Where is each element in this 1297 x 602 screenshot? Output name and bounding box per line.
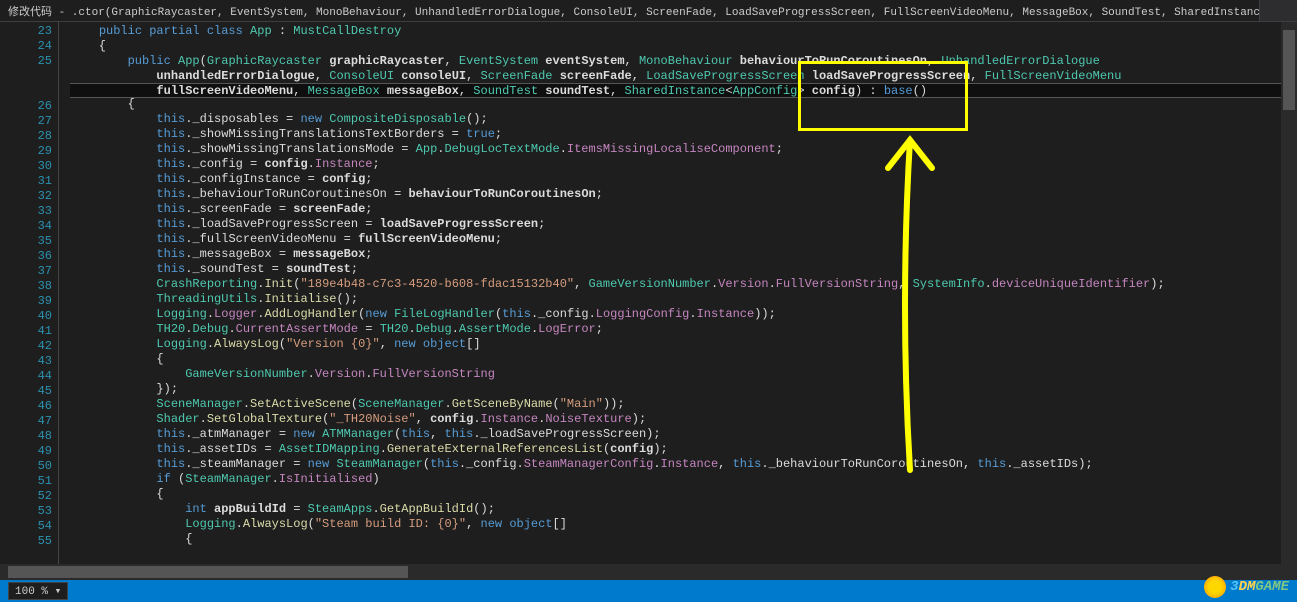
zoom-level[interactable]: 100 % ▾ xyxy=(8,582,68,600)
active-tab[interactable]: 修改代码 - .ctor(GraphicRaycaster, EventSyst… xyxy=(0,0,1260,21)
line-gutter: 2324252627282930313233343536373839404142… xyxy=(0,22,70,580)
scrollbar-thumb[interactable] xyxy=(1283,30,1295,110)
scrollbar-thumb[interactable] xyxy=(8,566,408,578)
watermark: 3DMGAME xyxy=(1204,576,1289,598)
dropdown-icon: ▾ xyxy=(55,586,62,598)
status-bar: 100 % ▾ xyxy=(0,580,1297,602)
watermark-logo-icon xyxy=(1204,576,1226,598)
code-area[interactable]: public partial class App : MustCallDestr… xyxy=(70,22,1297,580)
horizontal-scrollbar[interactable] xyxy=(0,564,1281,580)
vertical-scrollbar[interactable] xyxy=(1281,22,1297,580)
collapse-ruler[interactable] xyxy=(58,22,59,580)
editor[interactable]: 2324252627282930313233343536373839404142… xyxy=(0,22,1297,580)
tab-bar: 修改代码 - .ctor(GraphicRaycaster, EventSyst… xyxy=(0,0,1297,22)
tab-title: 修改代码 - .ctor(GraphicRaycaster, EventSyst… xyxy=(8,3,1260,19)
